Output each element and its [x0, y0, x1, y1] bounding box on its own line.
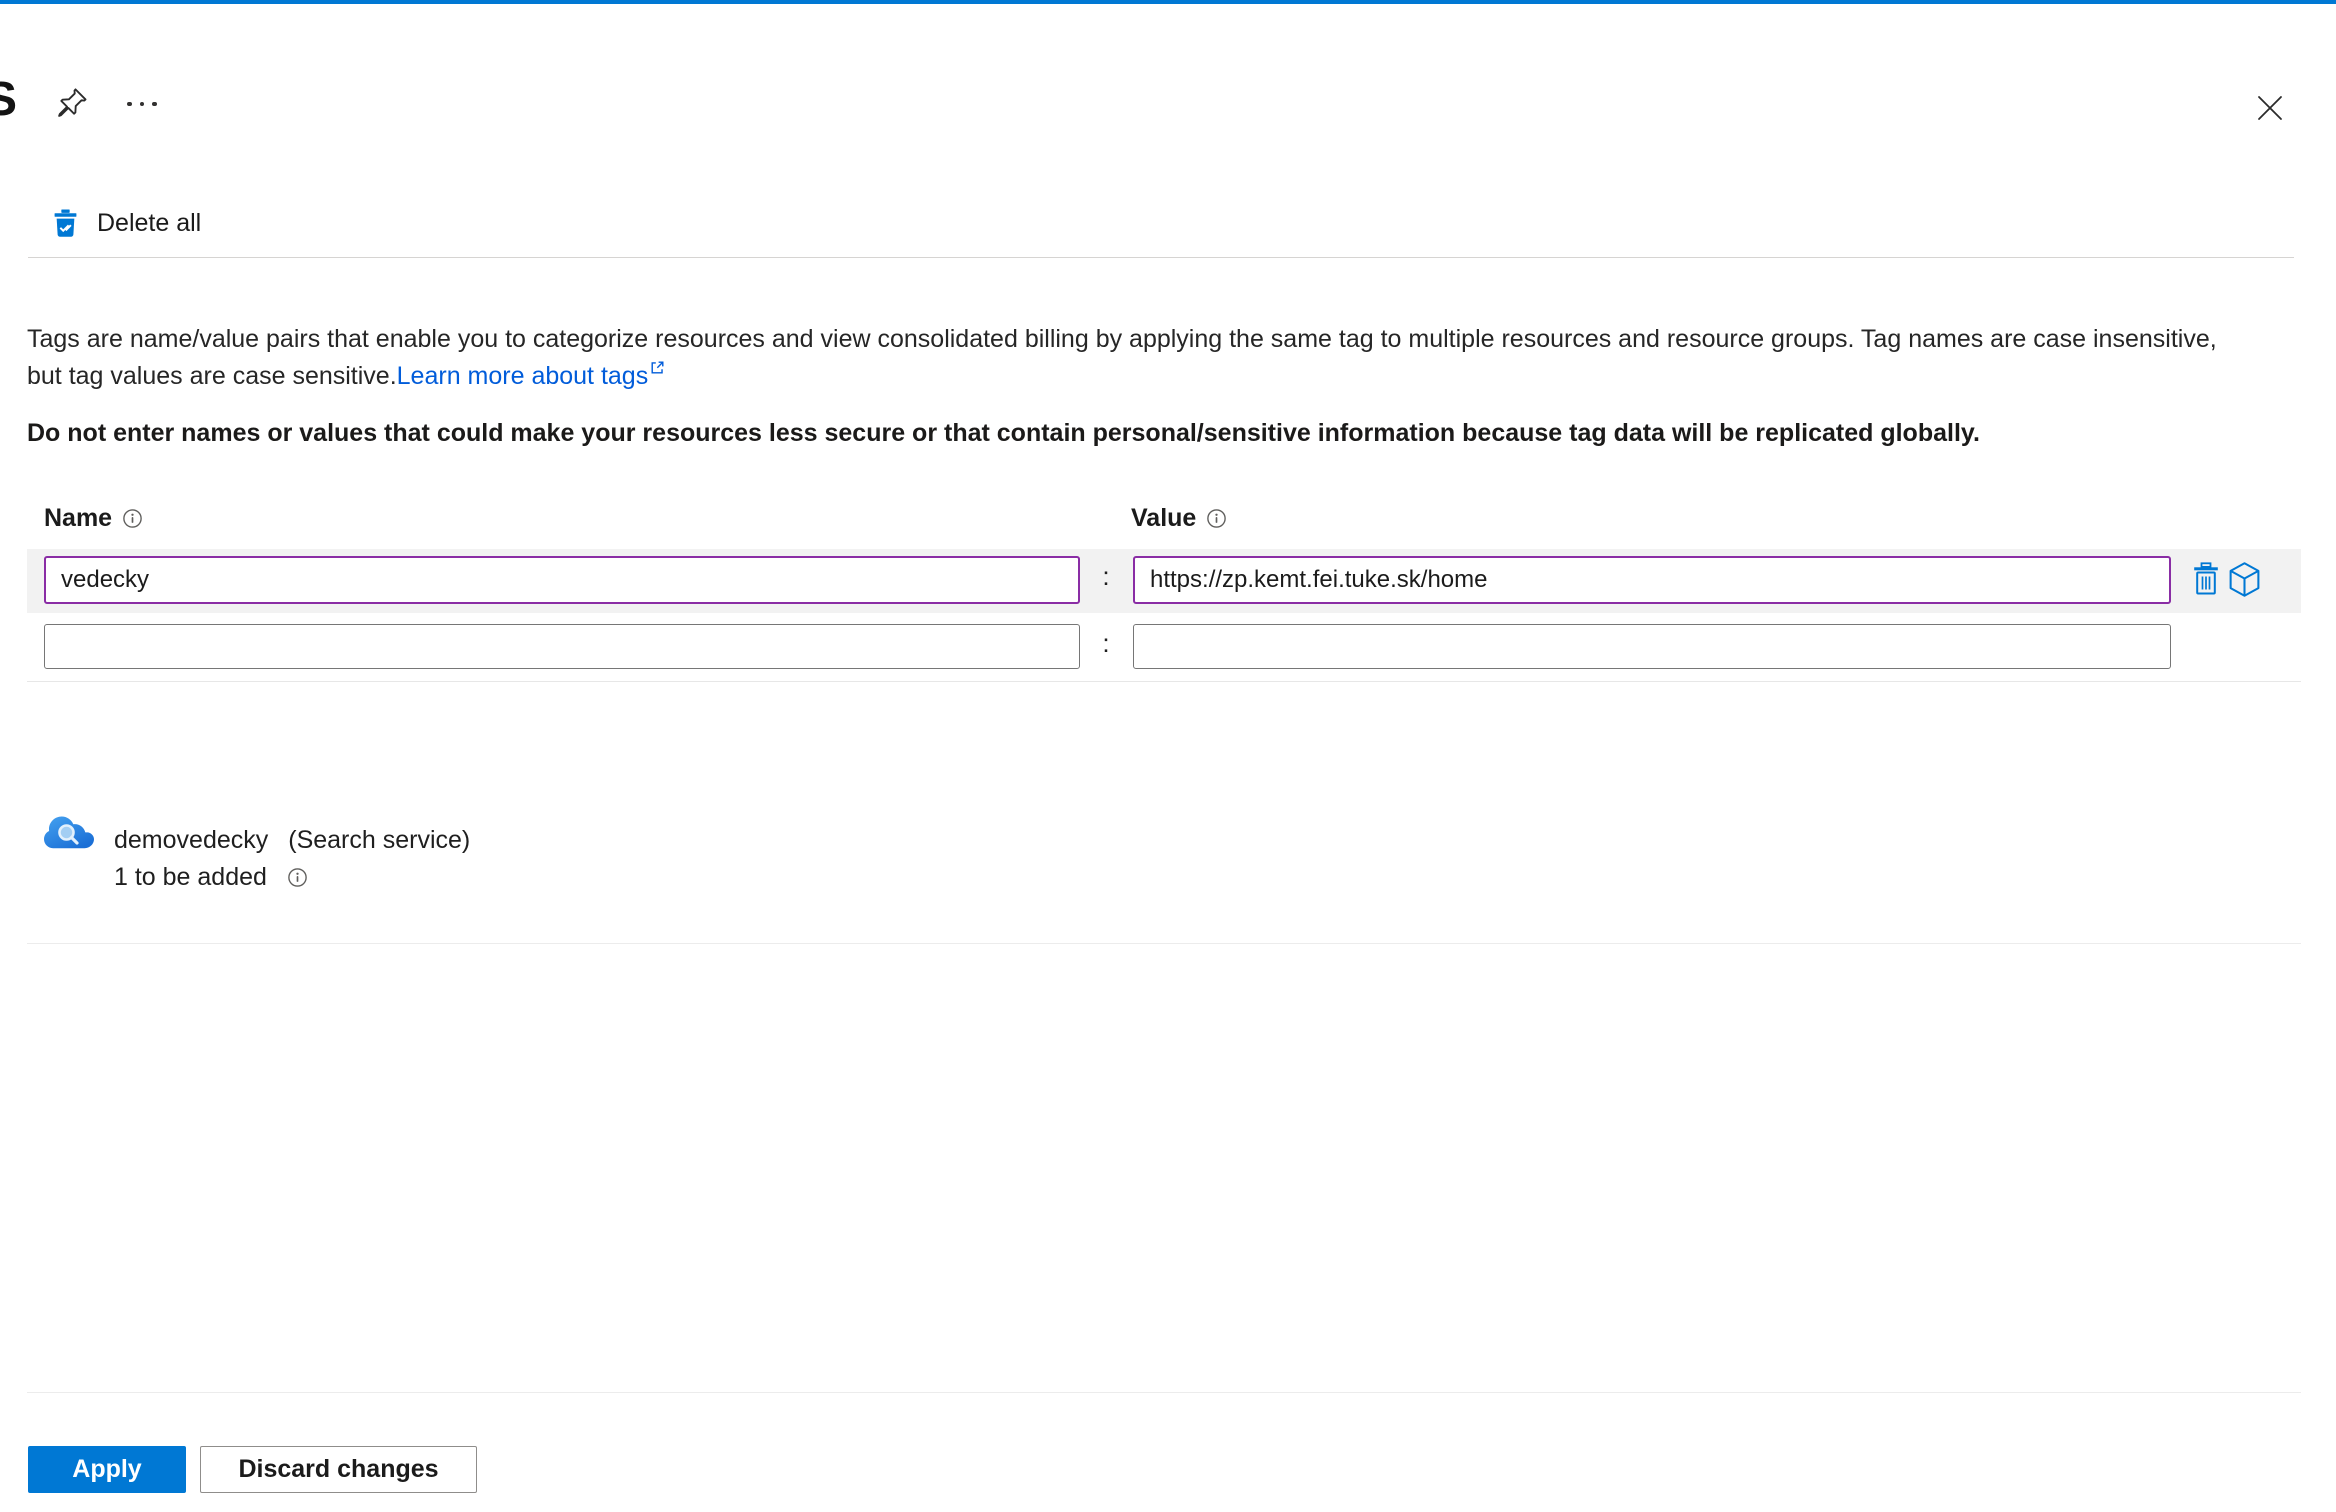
- description-line-2: but tag values are case sensitive.Learn …: [27, 358, 2317, 395]
- footer-divider: [27, 1392, 2301, 1393]
- top-accent-bar: [0, 0, 2336, 4]
- rows-divider: [27, 681, 2301, 682]
- pending-info-icon[interactable]: [287, 867, 308, 888]
- delete-all-button[interactable]: Delete all: [46, 204, 207, 242]
- name-column-header: Name: [44, 504, 143, 533]
- more-commands-button[interactable]: [120, 94, 164, 114]
- delete-all-icon: [52, 208, 79, 238]
- tags-blade: S Delete all Tags are name/value pairs t…: [0, 0, 2336, 1512]
- value-info-icon[interactable]: [1206, 508, 1227, 529]
- apply-button[interactable]: Apply: [28, 1446, 186, 1493]
- resource-type: (Search service): [288, 826, 471, 854]
- search-service-icon: [44, 814, 94, 856]
- resource-name: demovedecky: [114, 826, 269, 854]
- delete-tag-row-button[interactable]: [2191, 561, 2221, 598]
- tag-value-input-row1[interactable]: [1133, 556, 2171, 604]
- resource-divider: [27, 943, 2301, 944]
- tag-separator: :: [1102, 561, 1110, 591]
- toolbar-divider: [28, 257, 2294, 258]
- tag-separator: :: [1102, 628, 1110, 658]
- name-info-icon[interactable]: [122, 508, 143, 529]
- tags-description: Tags are name/value pairs that enable yo…: [27, 321, 2317, 395]
- tag-name-input-row1[interactable]: [44, 556, 1080, 604]
- resource-row: demovedecky (Search service): [114, 826, 470, 855]
- cube-icon: [2228, 561, 2261, 598]
- pin-icon: [55, 87, 89, 123]
- value-column-header: Value: [1131, 504, 1227, 533]
- pin-button[interactable]: [54, 86, 90, 124]
- delete-all-label: Delete all: [97, 208, 202, 237]
- close-blade-button[interactable]: [2252, 90, 2288, 126]
- tag-resources-button[interactable]: [2228, 561, 2261, 598]
- security-warning-text: Do not enter names or values that could …: [27, 419, 1980, 447]
- description-line-1: Tags are name/value pairs that enable yo…: [27, 325, 2217, 353]
- learn-more-link[interactable]: Learn more about tags: [397, 362, 649, 390]
- tag-name-input-row2[interactable]: [44, 624, 1080, 669]
- ellipsis-icon: [127, 101, 157, 107]
- close-icon: [2254, 92, 2286, 124]
- tag-value-input-row2[interactable]: [1133, 624, 2171, 669]
- trash-icon: [2191, 561, 2221, 598]
- resource-pending-row: 1 to be added: [114, 863, 308, 892]
- discard-changes-button[interactable]: Discard changes: [200, 1446, 477, 1493]
- external-link-icon: [649, 359, 666, 376]
- pending-count-label: 1 to be added: [114, 863, 267, 891]
- page-title-fragment: S: [0, 73, 18, 126]
